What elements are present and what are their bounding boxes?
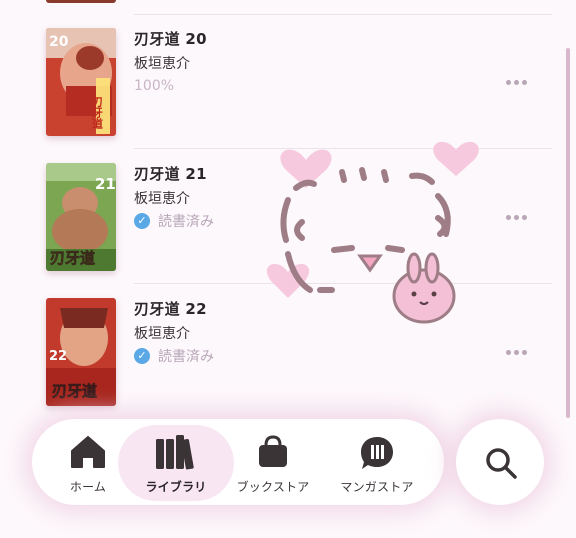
nav-home[interactable]: ホーム bbox=[56, 419, 120, 505]
more-options-icon[interactable] bbox=[504, 72, 530, 92]
search-icon bbox=[486, 448, 517, 479]
nav-bookstore-label: ブックストア bbox=[236, 480, 310, 494]
book-title: 刃牙道 20 bbox=[134, 30, 207, 48]
library-icon bbox=[154, 435, 198, 475]
book-title: 刃牙道 21 bbox=[134, 165, 207, 183]
svg-text:刃牙道: 刃牙道 bbox=[50, 249, 95, 267]
book-author: 板垣恵介 bbox=[134, 191, 190, 207]
search-button[interactable] bbox=[456, 419, 544, 505]
scrollbar[interactable] bbox=[566, 48, 570, 418]
book-row[interactable]: 20 刃牙道 刃牙道 20 板垣恵介 100% bbox=[0, 28, 576, 140]
home-icon bbox=[70, 435, 106, 473]
bottom-nav: ホーム ライブラリ ブックストア マンガストア bbox=[32, 419, 444, 505]
nav-mangastore[interactable]: マンガストア bbox=[332, 419, 422, 505]
nav-mangastore-label: マンガストア bbox=[340, 480, 414, 494]
nav-home-label: ホーム bbox=[69, 480, 107, 494]
read-status-label: 読書済み bbox=[158, 214, 214, 230]
more-options-icon[interactable] bbox=[504, 342, 530, 362]
nav-library[interactable]: ライブラリ bbox=[118, 419, 234, 505]
bunny-sticker-icon bbox=[262, 130, 486, 330]
svg-text:21: 21 bbox=[95, 175, 116, 193]
book-cover[interactable]: 20 刃牙道 bbox=[46, 28, 116, 136]
svg-text:22: 22 bbox=[49, 349, 67, 364]
previous-book-cover[interactable] bbox=[46, 0, 116, 3]
check-icon: ✓ bbox=[134, 213, 150, 229]
book-cover[interactable]: 21 刃牙道 bbox=[46, 163, 116, 271]
book-title: 刃牙道 22 bbox=[134, 300, 207, 318]
book-progress: 100% bbox=[134, 78, 175, 94]
svg-text:刃牙道: 刃牙道 bbox=[91, 96, 104, 130]
more-options-icon[interactable] bbox=[504, 207, 530, 227]
svg-text:20: 20 bbox=[49, 34, 69, 50]
book-cover[interactable]: 22 刃牙道 bbox=[46, 298, 116, 406]
check-icon: ✓ bbox=[134, 348, 150, 364]
nav-library-label: ライブラリ bbox=[145, 480, 207, 494]
divider bbox=[134, 14, 552, 15]
book-author: 板垣恵介 bbox=[134, 56, 190, 72]
book-author: 板垣恵介 bbox=[134, 326, 190, 342]
read-status-label: 読書済み bbox=[158, 349, 214, 365]
manga-icon bbox=[359, 435, 395, 475]
bag-icon bbox=[256, 435, 290, 473]
nav-bookstore[interactable]: ブックストア bbox=[232, 419, 314, 505]
svg-text:刃牙道: 刃牙道 bbox=[52, 382, 97, 400]
